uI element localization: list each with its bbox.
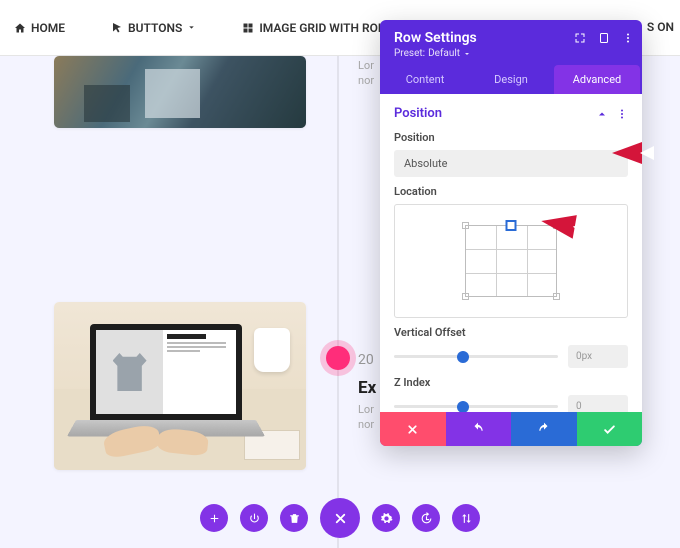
undo-button[interactable] — [446, 412, 512, 446]
settings-panel: Row Settings Preset: Default Content Des… — [380, 20, 642, 446]
chevron-down-icon — [187, 23, 196, 32]
timeline-title: Ex — [358, 378, 376, 398]
city-image — [54, 56, 306, 128]
image-card-city[interactable] — [54, 56, 306, 128]
image-card-laptop[interactable] — [54, 302, 306, 470]
kebab-icon[interactable] — [622, 32, 634, 44]
bottom-toolbar — [200, 498, 480, 538]
location-anchor-top-center[interactable] — [506, 220, 517, 231]
nav-home[interactable]: HOME — [14, 21, 65, 35]
sort-button[interactable] — [452, 504, 480, 532]
chevron-down-icon — [463, 50, 471, 58]
nav-partial-right: S ON — [647, 20, 674, 34]
panel-body[interactable]: Position Position Absolute Location Vert… — [380, 94, 642, 412]
panel-tabs: Content Design Advanced — [380, 65, 642, 94]
tab-design[interactable]: Design — [468, 65, 554, 94]
location-label: Location — [394, 185, 628, 198]
gear-button[interactable] — [372, 504, 400, 532]
panel-footer — [380, 412, 642, 446]
nav-home-label: HOME — [31, 21, 65, 35]
trash-button[interactable] — [280, 504, 308, 532]
save-button[interactable] — [577, 412, 643, 446]
expand-icon[interactable] — [574, 32, 586, 44]
position-dropdown[interactable]: Absolute — [394, 150, 628, 177]
power-button[interactable] — [240, 504, 268, 532]
annotation-arrow-1 — [612, 142, 642, 164]
panel-preset[interactable]: Preset: Default — [394, 48, 628, 59]
zindex-label: Z Index — [394, 376, 628, 389]
kebab-icon[interactable] — [616, 108, 628, 120]
chevron-up-icon[interactable] — [596, 108, 608, 120]
tab-content[interactable]: Content — [382, 65, 468, 94]
vertical-offset-slider[interactable] — [394, 355, 558, 358]
history-button[interactable] — [412, 504, 440, 532]
add-button[interactable] — [200, 504, 228, 532]
position-label: Position — [394, 131, 628, 144]
vertical-offset-label: Vertical Offset — [394, 326, 628, 339]
home-icon — [14, 22, 26, 34]
location-picker[interactable] — [394, 204, 628, 318]
cancel-button[interactable] — [380, 412, 446, 446]
laptop-image — [54, 302, 306, 470]
tablet-icon[interactable] — [598, 32, 610, 44]
zindex-input[interactable]: 0 — [568, 395, 628, 412]
timeline-marker[interactable] — [326, 346, 350, 370]
nav-buttons[interactable]: BUTTONS — [111, 21, 196, 35]
tab-advanced[interactable]: Advanced — [554, 65, 640, 94]
section-position-title[interactable]: Position — [394, 106, 442, 121]
vertical-offset-input[interactable]: 0px — [568, 345, 628, 368]
panel-header[interactable]: Row Settings Preset: Default — [380, 20, 642, 65]
close-button[interactable] — [320, 498, 360, 538]
nav-buttons-label: BUTTONS — [128, 21, 182, 35]
grid-icon — [242, 22, 254, 34]
redo-button[interactable] — [511, 412, 577, 446]
zindex-slider[interactable] — [394, 405, 558, 408]
timeline-ruler — [337, 56, 339, 548]
timeline-year: 20 — [358, 352, 374, 368]
cursor-icon — [111, 22, 123, 34]
